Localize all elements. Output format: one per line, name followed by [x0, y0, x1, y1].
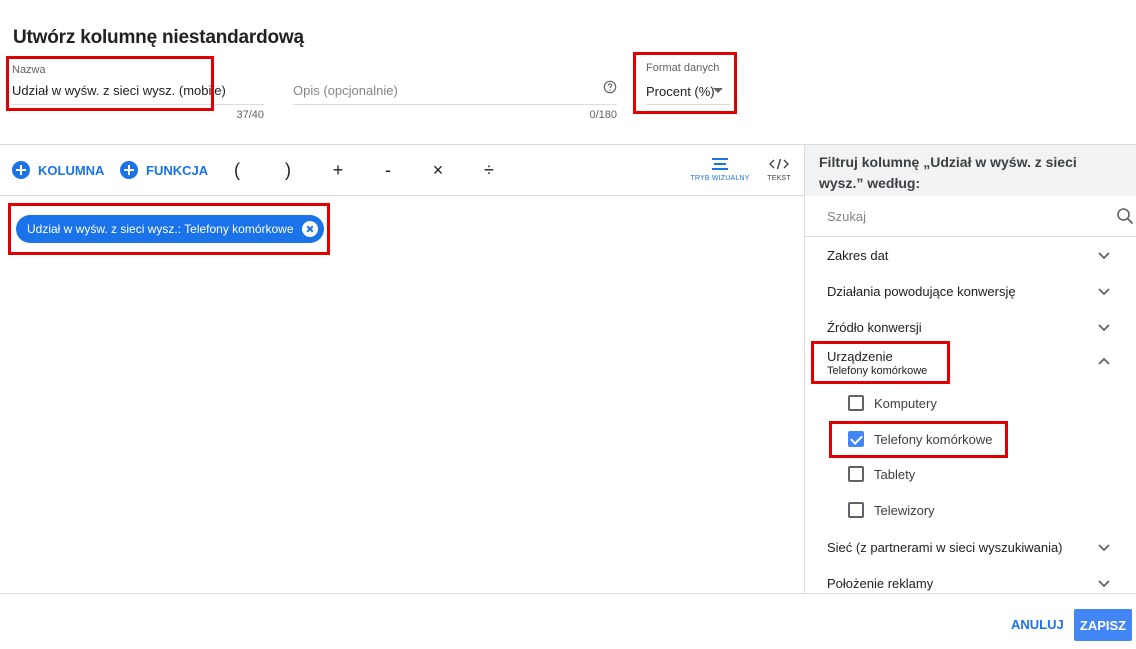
- description-input[interactable]: Opis (opcjonalnie): [293, 83, 398, 98]
- chevron-down-icon[interactable]: [1097, 320, 1111, 334]
- chevron-down-icon[interactable]: [1097, 576, 1111, 590]
- help-circle-icon[interactable]: [603, 80, 617, 94]
- operator-open-paren[interactable]: (: [227, 160, 247, 181]
- add-circle-icon: [120, 161, 138, 179]
- footer-divider: [0, 593, 1136, 594]
- name-counter: 37/40: [236, 109, 264, 121]
- dialog-title: Utwórz kolumnę niestandardową: [13, 27, 304, 48]
- section-device-selection: Telefony komórkowe: [827, 365, 928, 377]
- device-option-label: Telewizory: [874, 502, 935, 518]
- format-label: Format danych: [646, 62, 720, 74]
- cancel-button[interactable]: ANULUJ: [1011, 617, 1064, 632]
- device-option-tv[interactable]: Telewizory: [848, 502, 935, 518]
- device-option-mobile[interactable]: Telefony komórkowe: [848, 431, 993, 447]
- add-circle-icon: [12, 161, 30, 179]
- section-conversion-source[interactable]: Źródło konwersji: [827, 320, 922, 335]
- device-option-label: Tablety: [874, 466, 916, 482]
- filter-panel-header: Filtruj kolumnę „Udział w wyśw. z sieci …: [805, 145, 1136, 196]
- search-icon[interactable]: [1116, 207, 1134, 225]
- name-field-label: Nazwa: [12, 64, 46, 76]
- operator-minus[interactable]: -: [378, 160, 398, 181]
- checkbox[interactable]: [848, 466, 864, 482]
- format-value[interactable]: Procent (%): [646, 84, 715, 99]
- name-input[interactable]: Udział w wyśw. z sieci wysz. (mobile): [12, 83, 226, 98]
- dropdown-arrow-icon[interactable]: [713, 88, 723, 93]
- section-network[interactable]: Sieć (z partnerami w sieci wyszukiwania): [827, 540, 1063, 555]
- description-underline: [293, 104, 617, 105]
- name-underline: [12, 104, 264, 105]
- section-ad-position[interactable]: Położenie reklamy: [827, 576, 933, 591]
- visual-mode-icon: [712, 158, 728, 170]
- add-function-label: FUNKCJA: [146, 162, 209, 178]
- code-icon: [769, 158, 789, 170]
- filter-search-input[interactable]: Szukaj: [827, 209, 866, 224]
- checkbox[interactable]: [848, 395, 864, 411]
- text-mode-button[interactable]: TEKST: [763, 157, 795, 182]
- checkbox-checked[interactable]: [848, 431, 864, 447]
- description-counter: 0/180: [589, 109, 617, 121]
- formula-chip[interactable]: Udział w wyśw. z sieci wysz.: Telefony k…: [16, 215, 324, 243]
- section-conversion-actions[interactable]: Działania powodujące konwersję: [827, 284, 1016, 299]
- text-mode-label: TEKST: [767, 175, 791, 182]
- search-divider: [805, 236, 1136, 237]
- chevron-down-icon[interactable]: [1097, 284, 1111, 298]
- formula-chip-label: Udział w wyśw. z sieci wysz.: Telefony k…: [27, 222, 294, 236]
- section-date-range[interactable]: Zakres dat: [827, 248, 888, 263]
- add-column-label: KOLUMNA: [38, 162, 105, 178]
- format-underline: [646, 104, 730, 105]
- operator-divide[interactable]: ÷: [479, 160, 499, 181]
- operator-multiply[interactable]: ×: [428, 160, 448, 181]
- toolbar-divider: [0, 195, 805, 196]
- visual-mode-button[interactable]: TRYB WIZUALNY: [689, 157, 751, 182]
- device-option-computers[interactable]: Komputery: [848, 395, 937, 411]
- operator-close-paren[interactable]: ): [278, 160, 298, 181]
- filter-search[interactable]: Szukaj: [805, 196, 1136, 236]
- checkbox[interactable]: [848, 502, 864, 518]
- add-function-button[interactable]: FUNKCJA: [120, 161, 208, 179]
- add-column-button[interactable]: KOLUMNA: [12, 161, 104, 179]
- visual-mode-label: TRYB WIZUALNY: [690, 175, 750, 182]
- chevron-down-icon[interactable]: [1097, 248, 1111, 262]
- chevron-down-icon[interactable]: [1097, 540, 1111, 554]
- section-device[interactable]: Urządzenie: [827, 349, 893, 364]
- save-button[interactable]: ZAPISZ: [1074, 609, 1132, 641]
- device-option-label: Komputery: [874, 395, 937, 411]
- operator-plus[interactable]: +: [328, 160, 348, 181]
- chevron-up-icon[interactable]: [1097, 355, 1111, 369]
- device-option-tablets[interactable]: Tablety: [848, 466, 915, 482]
- device-option-label: Telefony komórkowe: [874, 431, 993, 447]
- remove-chip-icon[interactable]: [301, 221, 318, 237]
